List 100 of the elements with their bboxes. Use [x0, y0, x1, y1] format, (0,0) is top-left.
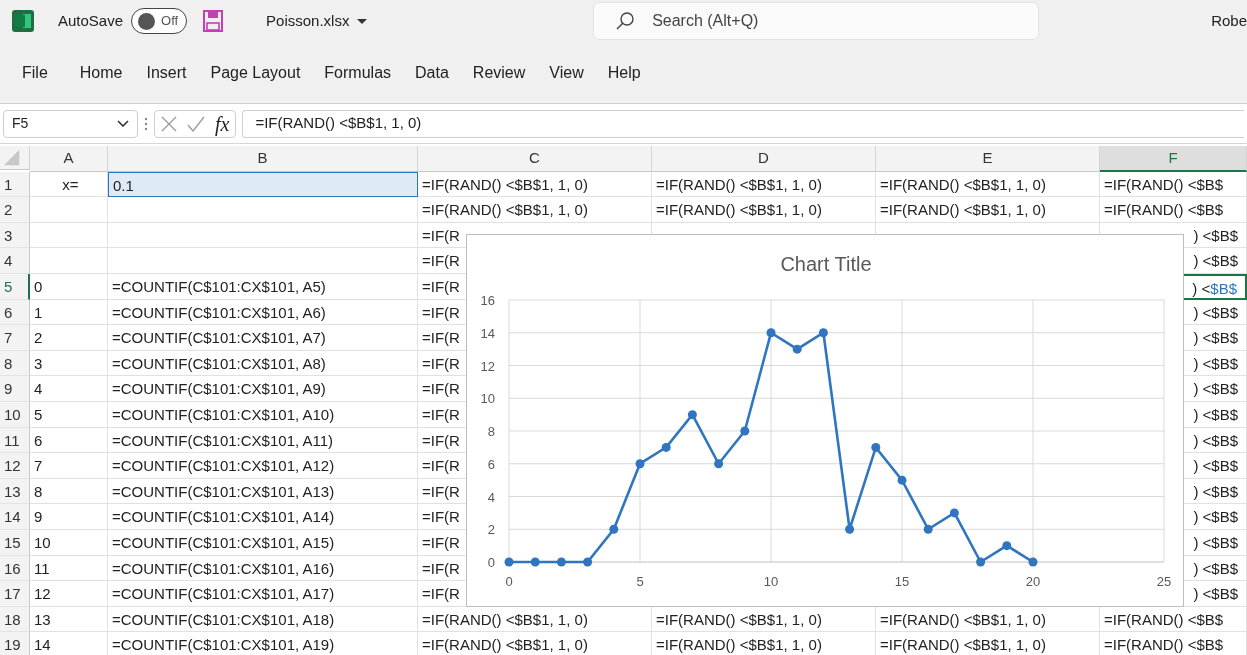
axis-tick-label: 12	[480, 358, 495, 374]
insert-function-button[interactable]: fx	[215, 108, 230, 139]
search-field[interactable]: Search (Alt+Q)	[652, 9, 953, 33]
row-header[interactable]: 15	[0, 529, 30, 556]
menu-tab[interactable]: View	[537, 56, 596, 89]
table-cell: =COUNTIF(C$101:CX$101, A19)	[108, 632, 418, 655]
axis-tick-label: 14	[480, 325, 495, 341]
table-cell: 12	[30, 581, 108, 607]
data-point	[740, 426, 750, 436]
data-point	[976, 557, 986, 567]
cancel-icon[interactable]	[161, 115, 177, 132]
menu-tab[interactable]: Formulas	[312, 56, 404, 89]
table-cell: =IF(RAND() <$B$	[1100, 632, 1247, 655]
axis-tick-label: 0	[487, 555, 495, 570]
chart-panel[interactable]: Chart Title 0 2 4 6 8 10 12 14 16 0 5 10 15 20 25	[466, 234, 1184, 607]
table-cell: =IF(RAND() <$B$1, 1, 0)	[418, 632, 652, 655]
data-point	[556, 557, 566, 567]
column-header[interactable]: E	[876, 146, 1100, 172]
chevron-down-icon	[117, 120, 129, 127]
file-name-button[interactable]: Poisson.xlsx	[266, 9, 368, 33]
name-box[interactable]: F5	[3, 109, 138, 138]
menu-tab[interactable]: Review	[460, 56, 538, 89]
row-header[interactable]: 12	[0, 453, 30, 479]
column-header[interactable]: F	[1100, 146, 1247, 172]
row-header[interactable]: 8	[0, 350, 30, 377]
axis-tick-label: 25	[1156, 574, 1172, 589]
data-point	[530, 557, 540, 567]
row-header[interactable]: 16	[0, 555, 30, 582]
table-cell: =IF(RAND() <$B$1, 1, 0)	[418, 197, 652, 223]
menu-tab[interactable]: Page Layout	[198, 56, 313, 89]
row-header[interactable]: 6	[0, 299, 30, 326]
table-cell: =IF(RAND() <$B$1, 1, 0)	[876, 632, 1100, 655]
table-cell: =IF(RAND() <$B$1, 1, 0)	[876, 197, 1100, 223]
table-cell: =COUNTIF(C$101:CX$101, A17)	[108, 581, 418, 607]
data-point	[635, 459, 645, 469]
save-icon[interactable]	[203, 10, 224, 32]
table-cell: =COUNTIF(C$101:CX$101, A5)	[108, 273, 418, 300]
column-header[interactable]: B	[108, 146, 418, 172]
row-header[interactable]: 3	[0, 222, 30, 249]
row-header[interactable]: 4	[0, 248, 30, 274]
data-point	[687, 410, 697, 420]
table-cell: 5	[30, 401, 108, 428]
table-cell: =IF(RAND() <$B$1, 1, 0)	[652, 171, 876, 198]
select-all-icon[interactable]	[0, 146, 30, 170]
axis-tick-label: 4	[487, 489, 495, 505]
axis-tick-label: 6	[487, 456, 495, 472]
table-cell: 9	[30, 504, 108, 530]
row-header[interactable]: 9	[0, 376, 30, 402]
row-header[interactable]: 11	[0, 427, 30, 454]
menu-tab[interactable]: File	[10, 56, 60, 89]
caret-icon	[357, 18, 368, 24]
autosave-label: AutoSave	[58, 10, 124, 31]
table-cell: =COUNTIF(C$101:CX$101, A6)	[108, 299, 418, 326]
chart-title: Chart Title	[780, 253, 872, 275]
table-cell: 4	[30, 376, 108, 402]
table-cell: 13	[30, 606, 108, 633]
row-header[interactable]: 17	[0, 581, 30, 607]
table-cell: 6	[30, 427, 108, 454]
axis-tick-label: 15	[894, 574, 910, 589]
search-bar[interactable]: Search (Alt+Q)	[593, 2, 1040, 40]
table-cell: =IF(RAND() <$B$	[1100, 171, 1247, 198]
data-point	[897, 475, 907, 485]
column-header[interactable]: C	[418, 146, 652, 172]
table-cell: =COUNTIF(C$101:CX$101, A15)	[108, 529, 418, 556]
menu-tab[interactable]: Data	[403, 56, 461, 89]
column-header[interactable]: A	[30, 146, 108, 172]
row-header[interactable]: 7	[0, 325, 30, 351]
table-cell: =COUNTIF(C$101:CX$101, A13)	[108, 478, 418, 505]
row-header[interactable]: 10	[0, 401, 30, 428]
autosave-toggle[interactable]: Off	[131, 8, 188, 34]
drag-handle-icon[interactable]	[144, 116, 148, 131]
table-cell: 10	[30, 529, 108, 556]
data-point	[609, 524, 619, 534]
search-icon	[616, 12, 635, 30]
column-header[interactable]: D	[652, 146, 876, 172]
table-cell: =IF(RAND() <$B$1, 1, 0)	[652, 632, 876, 655]
table-cell: 8	[30, 478, 108, 505]
data-point	[714, 459, 724, 469]
check-icon[interactable]	[187, 115, 205, 132]
row-header[interactable]: 18	[0, 606, 30, 633]
table-cell: 2	[30, 325, 108, 351]
row-header[interactable]: 14	[0, 504, 30, 530]
menu-tab[interactable]: Home	[67, 56, 135, 89]
menu-tab[interactable]: Help	[595, 56, 653, 89]
row-header[interactable]: 19	[0, 632, 30, 655]
menu-tab[interactable]: Insert	[134, 56, 199, 89]
table-cell: =COUNTIF(C$101:CX$101, A9)	[108, 376, 418, 402]
row-header[interactable]: 1	[0, 171, 30, 198]
row-header[interactable]: 13	[0, 478, 30, 505]
user-name[interactable]: Robe	[1211, 10, 1247, 33]
table-cell: =IF(RAND() <$B$	[1100, 197, 1247, 223]
row-header[interactable]: 2	[0, 197, 30, 223]
table-cell: =COUNTIF(C$101:CX$101, A11)	[108, 427, 418, 454]
formula-field[interactable]: =IF(RAND() <$B$1, 1, 0)	[242, 109, 1244, 138]
table-cell: 3	[30, 350, 108, 377]
table-cell: =COUNTIF(C$101:CX$101, A16)	[108, 555, 418, 582]
row-header[interactable]: 5	[0, 273, 30, 300]
table-cell: 1	[30, 299, 108, 326]
data-point	[949, 508, 959, 518]
data-point	[845, 524, 855, 534]
